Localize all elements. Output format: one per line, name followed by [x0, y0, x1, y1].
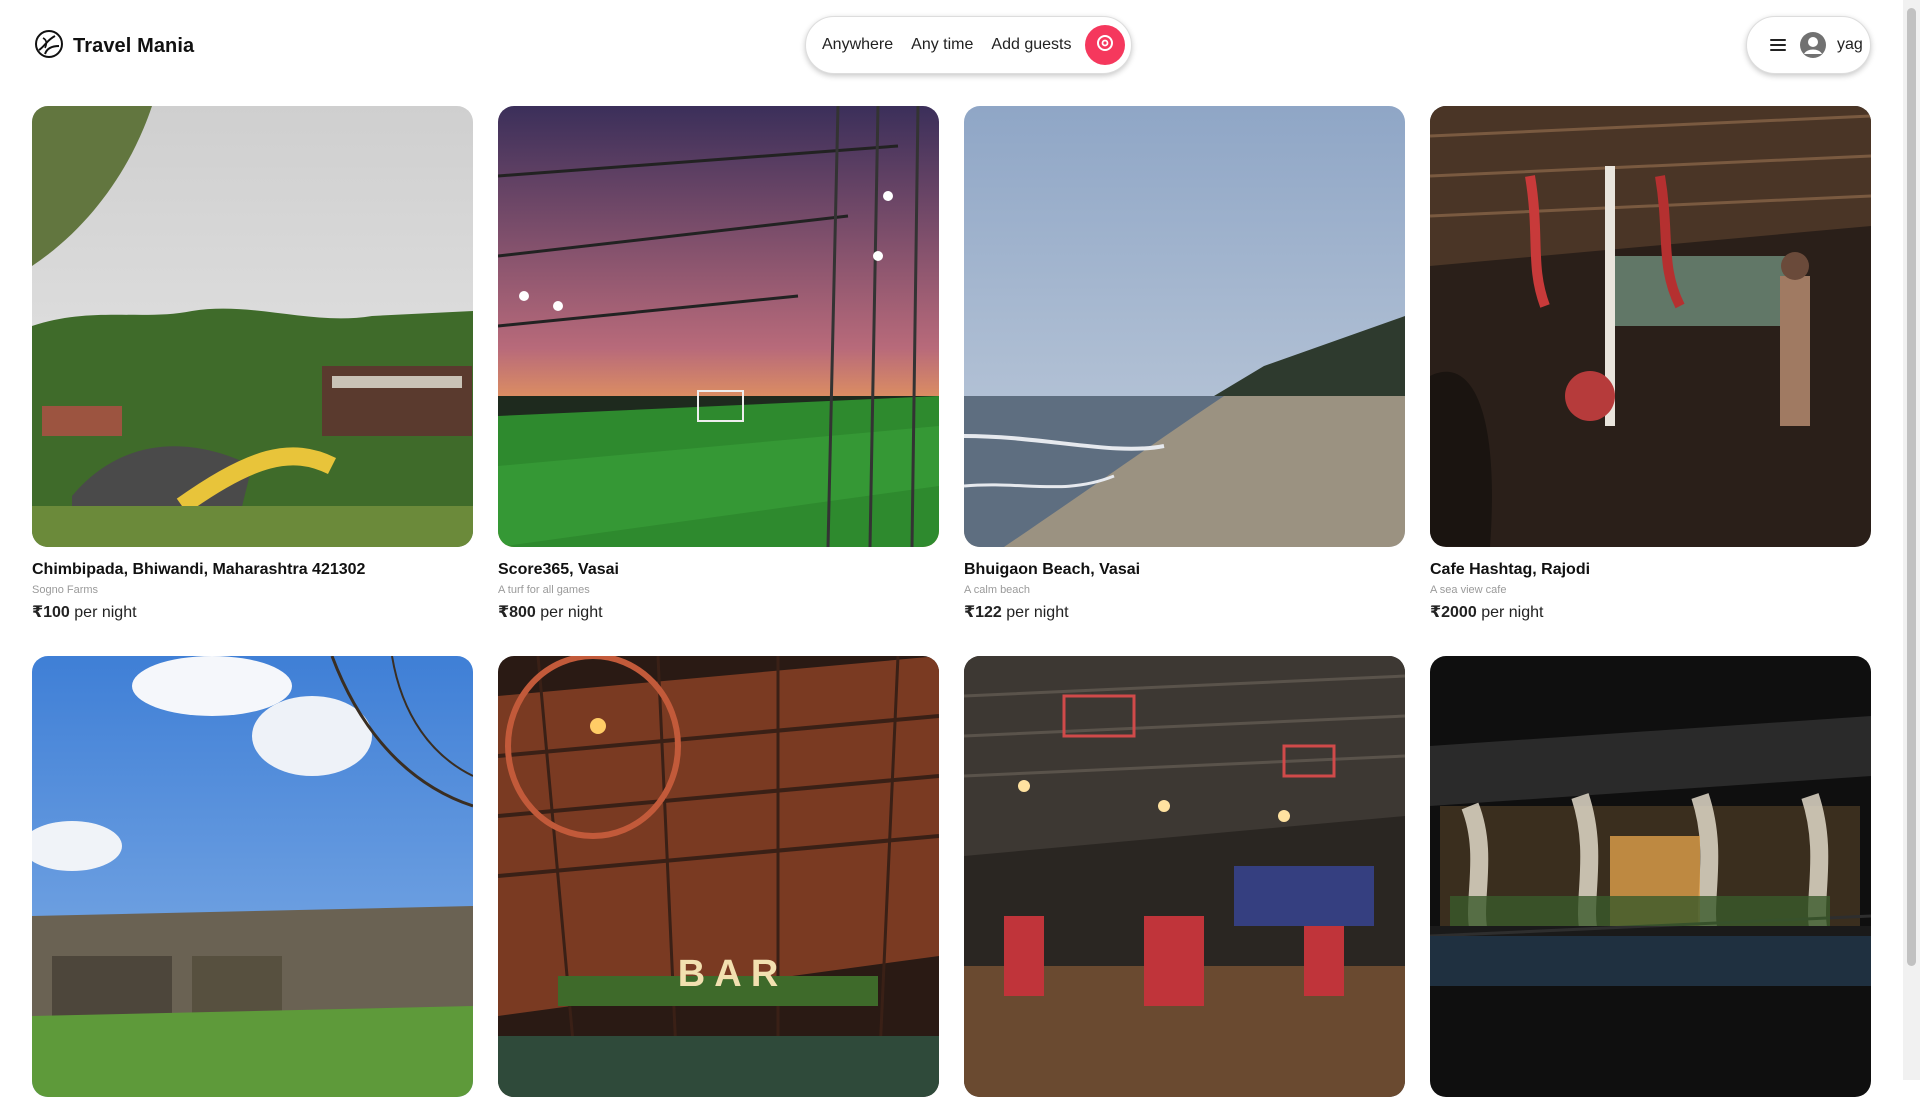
listing-price-value: ₹800: [498, 604, 536, 621]
search-anytime-button[interactable]: Any time: [911, 36, 973, 54]
listing-photo[interactable]: [1430, 106, 1871, 547]
listing-price-value: ₹2000: [1430, 604, 1477, 621]
listing-price-unit: per night: [74, 604, 137, 621]
listing-card[interactable]: Bhuigaon Beach, Vasai A calm beach ₹122 …: [964, 106, 1405, 622]
globe-leaf-icon: [33, 28, 65, 65]
listing-photo[interactable]: B A R: [498, 656, 939, 1097]
listing-photo[interactable]: [32, 106, 473, 547]
listing-card[interactable]: Score365, Vasai A turf for all games ₹80…: [498, 106, 939, 622]
listing-photo[interactable]: [1430, 656, 1871, 1097]
listing-photo[interactable]: [964, 656, 1405, 1097]
bar-sign: B A R: [678, 953, 779, 995]
search-button[interactable]: [1085, 25, 1126, 65]
listing-photo[interactable]: [32, 656, 473, 1097]
user-avatar-icon: [1799, 31, 1827, 59]
listing-card[interactable]: Cafe Hashtag, Rajodi A sea view cafe ₹20…: [1430, 106, 1871, 622]
search-add-guests-button[interactable]: Add guests: [991, 36, 1071, 54]
listing-card[interactable]: Chimbipada, Bhiwandi, Maharashtra 421302…: [32, 106, 473, 622]
listing-title: Cafe Hashtag, Rajodi: [1430, 561, 1591, 578]
listing-price: ₹122 per night: [964, 602, 1405, 622]
user-menu-button[interactable]: yag: [1746, 16, 1871, 74]
listing-subtitle: A sea view cafe: [1430, 584, 1507, 596]
scrollbar-thumb[interactable]: [1907, 8, 1916, 966]
listing-subtitle: A turf for all games: [498, 584, 590, 596]
hamburger-menu-icon: [1767, 34, 1789, 56]
listing-card[interactable]: [964, 656, 1405, 1097]
listing-title: Score365, Vasai: [498, 561, 619, 578]
brand-name: Travel Mania: [73, 35, 195, 57]
search-bar[interactable]: Anywhere Any time Add guests: [805, 16, 1132, 74]
page-scrollbar[interactable]: [1903, 0, 1920, 1080]
listing-price: ₹800 per night: [498, 602, 939, 622]
listing-card[interactable]: [1430, 656, 1871, 1097]
listing-price-unit: per night: [1481, 604, 1544, 621]
listing-title: Bhuigaon Beach, Vasai: [964, 561, 1141, 578]
listing-photo[interactable]: [498, 106, 939, 547]
listing-price-value: ₹122: [964, 604, 1002, 621]
brand-logo[interactable]: Travel Mania: [33, 28, 194, 65]
listing-price-unit: per night: [540, 604, 603, 621]
listing-price: ₹100 per night: [32, 602, 473, 622]
listing-card[interactable]: [32, 656, 473, 1097]
listing-price: ₹2000 per night: [1430, 602, 1871, 622]
search-icon: [1095, 33, 1115, 58]
search-anywhere-button[interactable]: Anywhere: [822, 36, 893, 54]
listing-subtitle: Sogno Farms: [32, 584, 99, 596]
listing-title: Chimbipada, Bhiwandi, Maharashtra 421302: [32, 561, 366, 578]
user-name: yag: [1837, 36, 1863, 53]
listing-photo[interactable]: [964, 106, 1405, 547]
listing-price-unit: per night: [1006, 604, 1069, 621]
listing-subtitle: A calm beach: [964, 584, 1031, 596]
listing-card[interactable]: B A R: [498, 656, 939, 1097]
listing-price-value: ₹100: [32, 604, 70, 621]
